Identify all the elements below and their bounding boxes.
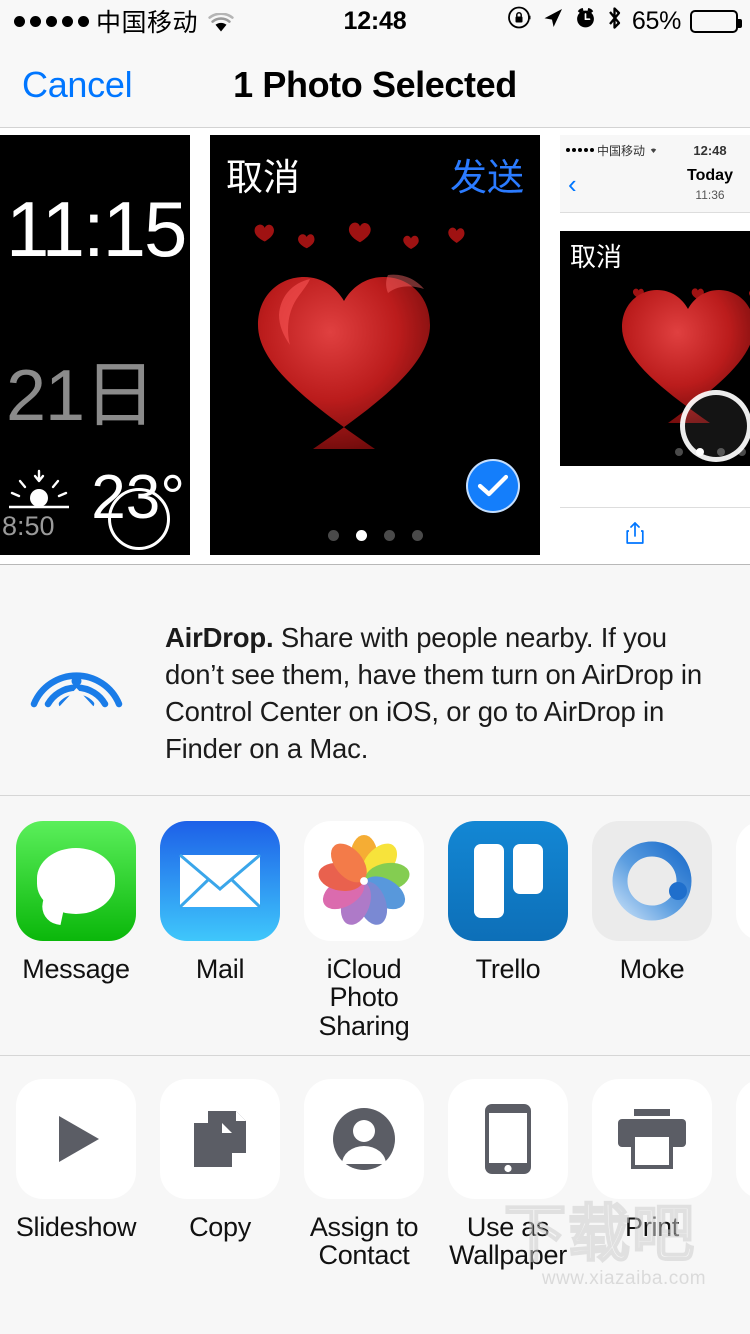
share-actions-row[interactable]: Slideshow Copy Assign to Contact Use as … — [0, 1056, 750, 1317]
action-use-as-wallpaper[interactable]: Use as Wallpaper — [448, 1079, 568, 1270]
watch-activity-ring — [108, 488, 170, 550]
share-target-message[interactable]: Message — [16, 821, 136, 1040]
share-target-more[interactable] — [736, 821, 750, 1040]
airdrop-section: AirDrop. Share with people nearby. If yo… — [0, 565, 750, 796]
page-dots — [210, 530, 540, 541]
icloud-photo-sharing-icon[interactable] — [304, 821, 424, 941]
iphone-icon[interactable] — [448, 1079, 568, 1199]
photo-thumbnail-screenshot[interactable]: 中国移动 12:48 ‹ Today 11:36 取消 发 — [560, 135, 750, 557]
alarm-clock-icon — [574, 6, 597, 37]
share-target-label: Mail — [195, 954, 245, 984]
heart-icon[interactable] — [710, 522, 750, 544]
touch-indicator — [680, 390, 750, 462]
message-icon[interactable] — [16, 821, 136, 941]
action-print[interactable]: Print — [592, 1079, 712, 1270]
photo-thumbnail-selected[interactable]: 取消 发送 — [210, 135, 540, 555]
more-actions-icon[interactable] — [736, 1079, 750, 1199]
action-copy[interactable]: Copy — [160, 1079, 280, 1270]
contact-icon[interactable] — [304, 1079, 424, 1199]
share-apps-row[interactable]: Message Mail iCloud Photo Sharing Trello… — [0, 796, 750, 1056]
sunrise-icon — [8, 465, 70, 513]
photo-strip[interactable]: 11:15 21日 8:50 23° 取消 发送 中国移动 12:48 ‹ To… — [0, 128, 750, 565]
airdrop-description: AirDrop. Share with people nearby. If yo… — [165, 620, 702, 767]
airdrop-title: AirDrop. — [165, 622, 274, 653]
action-label: Assign to Contact — [309, 1212, 419, 1271]
watch-time: 11:15 — [6, 185, 187, 273]
checkmark-icon — [477, 474, 509, 497]
action-label: Slideshow — [15, 1212, 137, 1242]
photo-thumbnail-watch[interactable]: 11:15 21日 8:50 23° — [0, 135, 190, 555]
inner-status-time: 12:48 — [693, 142, 727, 158]
action-label: Se — [726, 1213, 750, 1241]
inner-nav-title: Today — [687, 167, 733, 184]
mail-icon[interactable] — [160, 821, 280, 941]
play-icon[interactable] — [16, 1079, 136, 1199]
airdrop-icon[interactable] — [24, 608, 129, 708]
share-target-icloud-photo-sharing[interactable]: iCloud Photo Sharing — [304, 821, 424, 1040]
more-apps-icon[interactable] — [736, 821, 750, 941]
moke-icon[interactable] — [592, 821, 712, 941]
inner-nav-bar: ‹ Today 11:36 — [560, 165, 750, 213]
action-label: Copy — [189, 1212, 251, 1242]
action-label: Print — [624, 1212, 680, 1242]
action-label: Use as Wallpaper — [449, 1212, 567, 1271]
inner-toolbar — [560, 507, 750, 557]
inner-nav-subtitle: 11:36 — [695, 188, 725, 202]
printer-icon[interactable] — [592, 1079, 712, 1199]
rotation-lock-icon — [507, 5, 532, 37]
battery-icon — [690, 9, 742, 33]
action-more[interactable]: Se — [736, 1079, 750, 1270]
inner-send-label: 发送 — [450, 157, 524, 198]
copy-icon[interactable] — [160, 1079, 280, 1199]
share-target-label: iCloud Photo Sharing — [318, 954, 410, 1041]
share-target-moke[interactable]: Moke — [592, 821, 712, 1040]
location-arrow-icon — [541, 6, 565, 37]
watch-sunrise-time: 8:50 — [2, 511, 55, 541]
navigation-bar: Cancel 1 Photo Selected — [0, 42, 750, 128]
action-assign-to-contact[interactable]: Assign to Contact — [304, 1079, 424, 1270]
share-target-label: Trello — [475, 954, 541, 984]
status-bar: 中国移动 12:48 65% — [0, 0, 750, 42]
watch-date: 21日 — [6, 356, 156, 436]
battery-percent-label: 65% — [631, 6, 681, 35]
page-title: 1 Photo Selected — [233, 63, 517, 105]
inner-status-bar: 中国移动 12:48 — [560, 135, 750, 165]
share-target-mail[interactable]: Mail — [160, 821, 280, 1040]
share-target-label: Message — [22, 954, 130, 984]
trello-icon[interactable] — [448, 821, 568, 941]
status-bar-right: 65% — [507, 5, 742, 38]
inner-cancel-label: 取消 — [226, 157, 300, 198]
share-icon[interactable] — [560, 521, 710, 545]
heart-graphic — [210, 213, 540, 463]
action-slideshow[interactable]: Slideshow — [16, 1079, 136, 1270]
share-target-label: Moke — [619, 954, 685, 984]
selection-checkmark-badge[interactable] — [466, 459, 520, 513]
share-target-trello[interactable]: Trello — [448, 821, 568, 1040]
bluetooth-icon — [606, 5, 623, 38]
